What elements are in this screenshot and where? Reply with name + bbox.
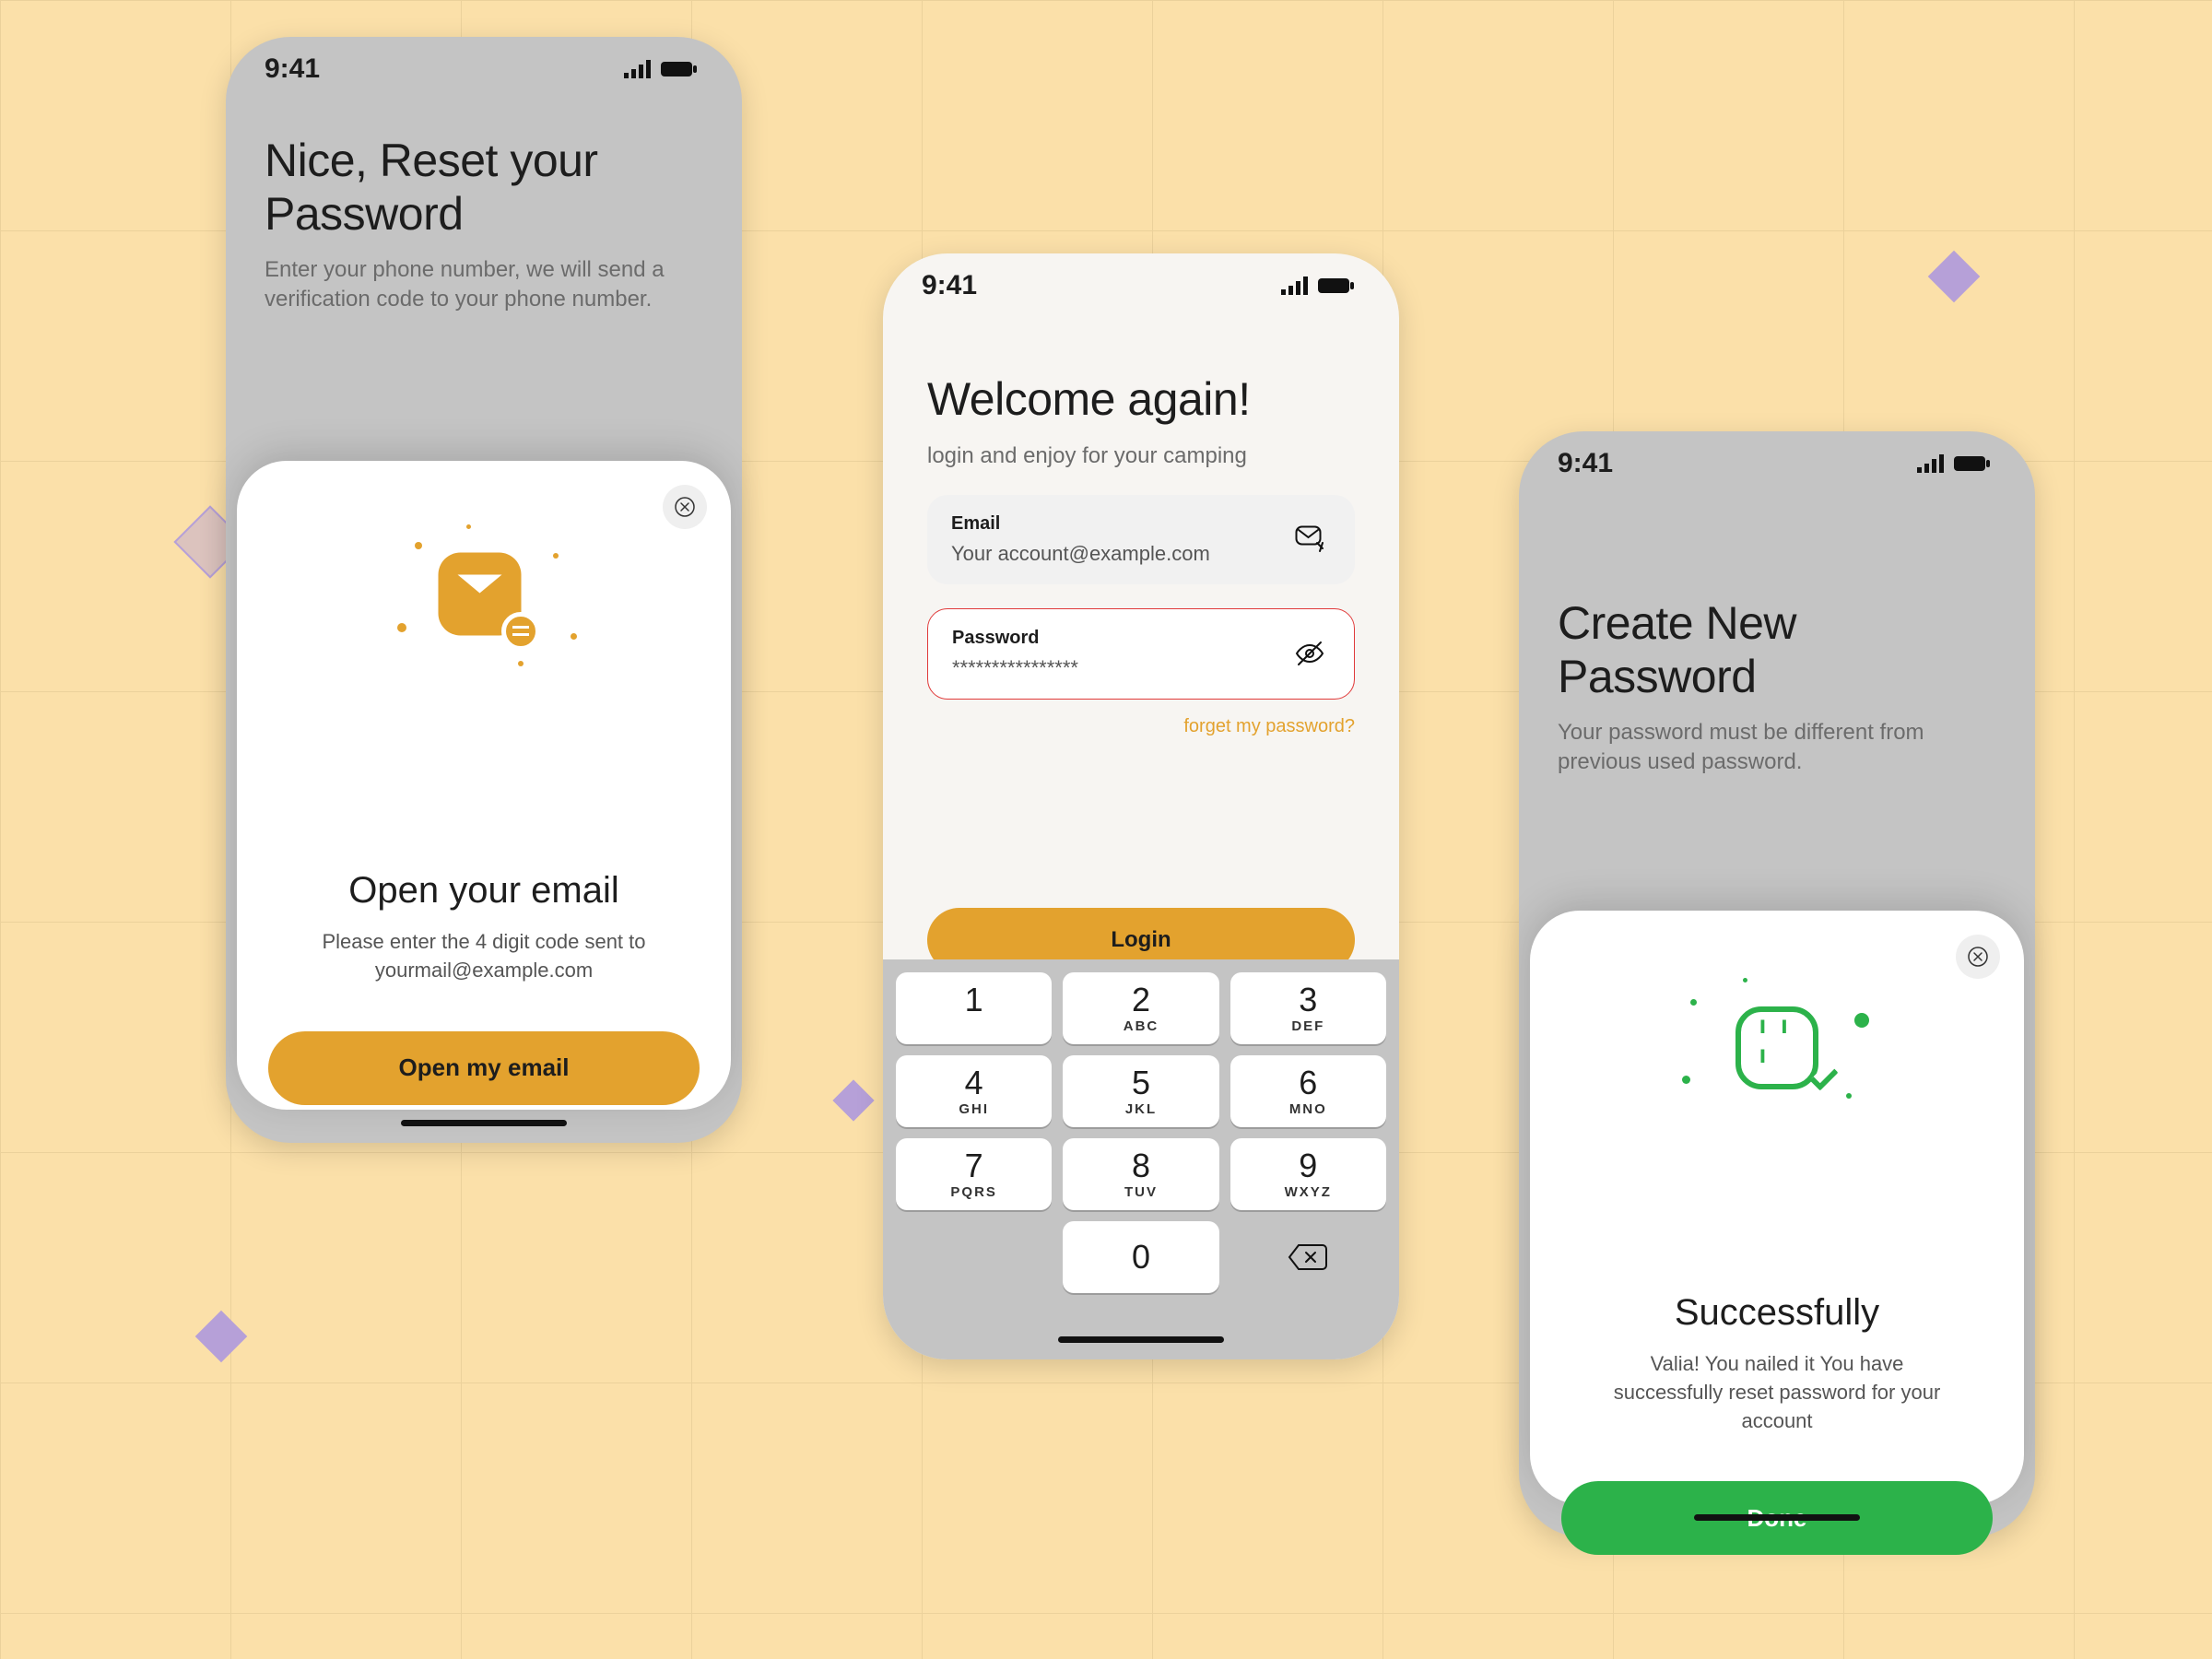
mail-edit-icon bbox=[1290, 519, 1331, 559]
key-8[interactable]: 8TUV bbox=[1063, 1138, 1218, 1210]
status-icons bbox=[1281, 276, 1355, 295]
signal-icon bbox=[1281, 276, 1309, 295]
sheet-heading: Successfully bbox=[1561, 1292, 1993, 1334]
key-backspace[interactable] bbox=[1230, 1221, 1386, 1293]
home-indicator bbox=[401, 1120, 567, 1126]
page-subtitle: login and enjoy for your camping bbox=[927, 441, 1355, 471]
key-2[interactable]: 2ABC bbox=[1063, 972, 1218, 1044]
forgot-password-link[interactable]: forget my password? bbox=[927, 716, 1355, 737]
decoration-diamond bbox=[1928, 251, 1981, 303]
page-title: Nice, Reset your Password bbox=[265, 135, 703, 241]
open-email-sheet: Open your email Please enter the 4 digit… bbox=[237, 461, 731, 1110]
key-3[interactable]: 3DEF bbox=[1230, 972, 1386, 1044]
status-icons bbox=[624, 60, 698, 78]
key-9[interactable]: 9WXYZ bbox=[1230, 1138, 1386, 1210]
email-value: Your account@example.com bbox=[951, 542, 1290, 566]
status-time: 9:41 bbox=[1558, 448, 1613, 479]
status-time: 9:41 bbox=[265, 53, 320, 85]
sheet-description: Valia! You nailed it You have successful… bbox=[1611, 1350, 1943, 1435]
email-illustration bbox=[268, 511, 700, 686]
key-4[interactable]: 4GHI bbox=[896, 1055, 1052, 1127]
decoration-diamond bbox=[195, 1311, 248, 1363]
open-email-button[interactable]: Open my email bbox=[268, 1031, 700, 1105]
battery-icon bbox=[661, 60, 698, 78]
key-7[interactable]: 7PQRS bbox=[896, 1138, 1052, 1210]
backspace-icon bbox=[1288, 1242, 1328, 1272]
email-label: Email bbox=[951, 513, 1290, 535]
password-field[interactable]: Password **************** bbox=[927, 608, 1355, 700]
signal-icon bbox=[624, 60, 652, 78]
status-icons bbox=[1917, 454, 1991, 473]
numeric-keypad: 1 2ABC 3DEF 4GHI 5JKL 6MNO 7PQRS 8TUV 9W… bbox=[883, 959, 1399, 1359]
phone-reset-password: 9:41 Nice, Reset your Password Enter you… bbox=[226, 37, 742, 1143]
sheet-description: Please enter the 4 digit code sent to yo… bbox=[318, 928, 650, 985]
page-subtitle: Enter your phone number, we will send a … bbox=[265, 255, 703, 315]
email-field[interactable]: Email Your account@example.com bbox=[927, 495, 1355, 584]
key-0[interactable]: 0 bbox=[1063, 1221, 1218, 1293]
status-bar: 9:41 bbox=[226, 37, 742, 101]
success-illustration bbox=[1561, 960, 1993, 1135]
phone-create-password: 9:41 Create New Password Your password m… bbox=[1519, 431, 2035, 1537]
page-title: Welcome again! bbox=[927, 373, 1355, 427]
page-subtitle: Your password must be different from pre… bbox=[1558, 718, 1996, 778]
key-1[interactable]: 1 bbox=[896, 972, 1052, 1044]
password-label: Password bbox=[952, 628, 1289, 649]
home-indicator bbox=[1058, 1336, 1224, 1343]
page-title: Create New Password bbox=[1558, 597, 1996, 703]
battery-icon bbox=[1954, 454, 1991, 473]
key-blank bbox=[896, 1221, 1052, 1293]
phone-login: 9:41 Welcome again! login and enjoy for … bbox=[883, 253, 1399, 1359]
status-time: 9:41 bbox=[922, 270, 977, 301]
status-bar: 9:41 bbox=[1519, 431, 2035, 496]
eye-off-icon[interactable] bbox=[1289, 633, 1330, 674]
signal-icon bbox=[1917, 454, 1945, 473]
password-value: **************** bbox=[952, 656, 1289, 680]
status-bar: 9:41 bbox=[883, 253, 1399, 318]
home-indicator bbox=[1694, 1514, 1860, 1521]
success-sheet: Successfully Valia! You nailed it You ha… bbox=[1530, 911, 2024, 1504]
sheet-heading: Open your email bbox=[268, 870, 700, 912]
key-6[interactable]: 6MNO bbox=[1230, 1055, 1386, 1127]
key-5[interactable]: 5JKL bbox=[1063, 1055, 1218, 1127]
battery-icon bbox=[1318, 276, 1355, 295]
decoration-diamond bbox=[832, 1079, 874, 1121]
